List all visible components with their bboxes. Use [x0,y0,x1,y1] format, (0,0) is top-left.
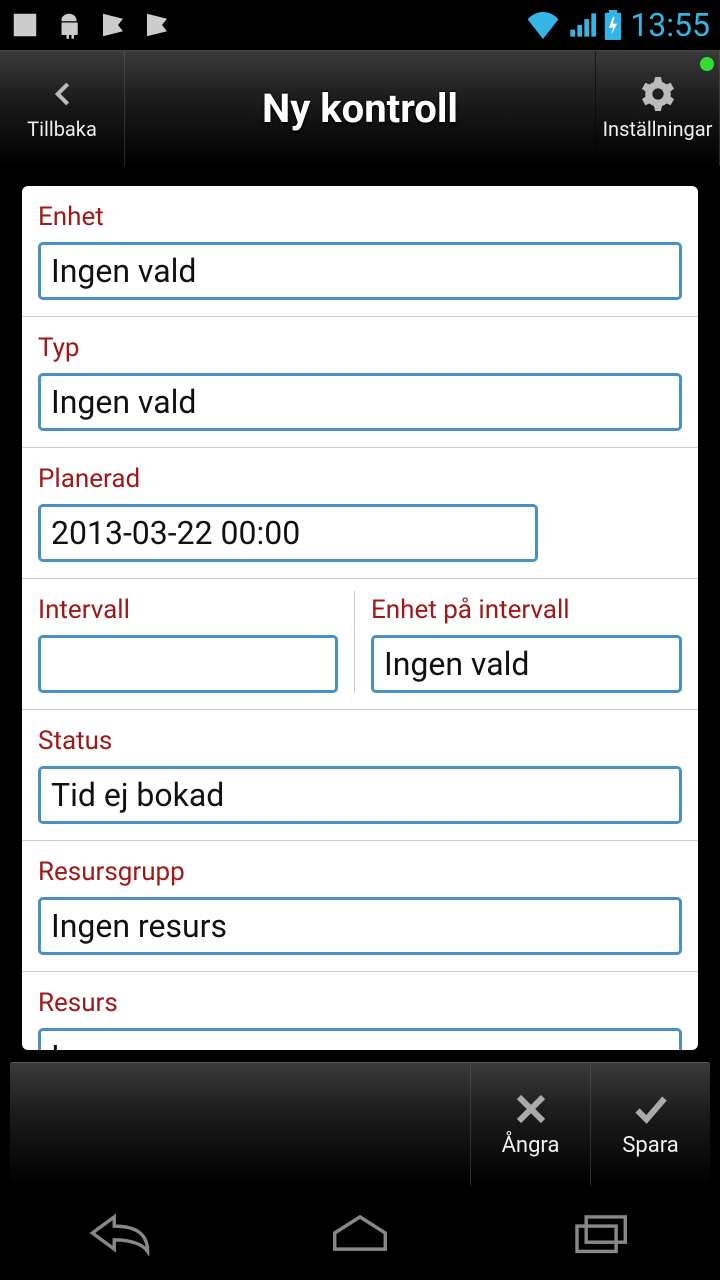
row-resurs: Resurs Ingen resurs [22,972,698,1050]
field-typ[interactable]: Ingen vald [38,373,682,431]
bottom-toolbar: Ångra Spara [10,1062,710,1186]
battery-icon [604,10,622,40]
row-typ: Typ Ingen vald [22,317,698,448]
field-enhet-intervall[interactable]: Ingen vald [371,635,682,693]
back-label: Tillbaka [27,117,97,141]
field-status[interactable]: Tid ej bokad [38,766,682,824]
label-resursgrupp: Resursgrupp [38,857,682,887]
label-enhet-intervall: Enhet på intervall [371,595,682,625]
row-intervall: Intervall Enhet på intervall Ingen vald [22,579,698,710]
field-resursgrupp[interactable]: Ingen resurs [38,897,682,955]
label-typ: Typ [38,333,682,363]
label-enhet: Enhet [38,202,682,232]
nav-back-icon[interactable] [85,1210,155,1256]
label-intervall: Intervall [38,595,338,625]
field-enhet[interactable]: Ingen vald [38,242,682,300]
picture-icon [10,10,40,40]
nav-home-icon[interactable] [325,1210,395,1256]
status-left [10,10,172,40]
label-status: Status [38,726,682,756]
android-icon [54,10,84,40]
field-resurs[interactable]: Ingen resurs [38,1028,682,1050]
chevron-left-icon [45,77,79,111]
label-resurs: Resurs [38,988,682,1018]
back-button[interactable]: Tillbaka [0,51,125,166]
gear-icon [641,77,675,111]
system-nav-bar [0,1186,720,1280]
app-header: Tillbaka Ny kontroll Inställningar [0,50,720,166]
save-label: Spara [622,1133,678,1158]
row-status: Status Tid ej bokad [22,710,698,841]
status-right: 13:55 [526,6,710,44]
cancel-button[interactable]: Ångra [470,1063,590,1186]
signal-icon [568,11,596,39]
form-panel: Enhet Ingen vald Typ Ingen vald Planerad… [22,186,698,1050]
row-enhet: Enhet Ingen vald [22,186,698,317]
save-button[interactable]: Spara [590,1063,710,1186]
field-intervall[interactable] [38,635,338,693]
check-icon [633,1091,669,1127]
row-resursgrupp: Resursgrupp Ingen resurs [22,841,698,972]
status-bar: 13:55 [0,0,720,50]
close-icon [513,1091,549,1127]
row-planerad: Planerad 2013-03-22 00:00 [22,448,698,579]
play-icon [98,10,128,40]
clock: 13:55 [630,6,710,44]
play-icon-2 [142,10,172,40]
nav-recent-icon[interactable] [565,1210,635,1256]
page-title: Ny kontroll [125,85,595,132]
status-indicator [700,57,714,71]
label-planerad: Planerad [38,464,682,494]
settings-label: Inställningar [603,117,713,141]
field-planerad[interactable]: 2013-03-22 00:00 [38,504,538,562]
wifi-icon [526,11,560,39]
cancel-label: Ångra [502,1133,560,1158]
